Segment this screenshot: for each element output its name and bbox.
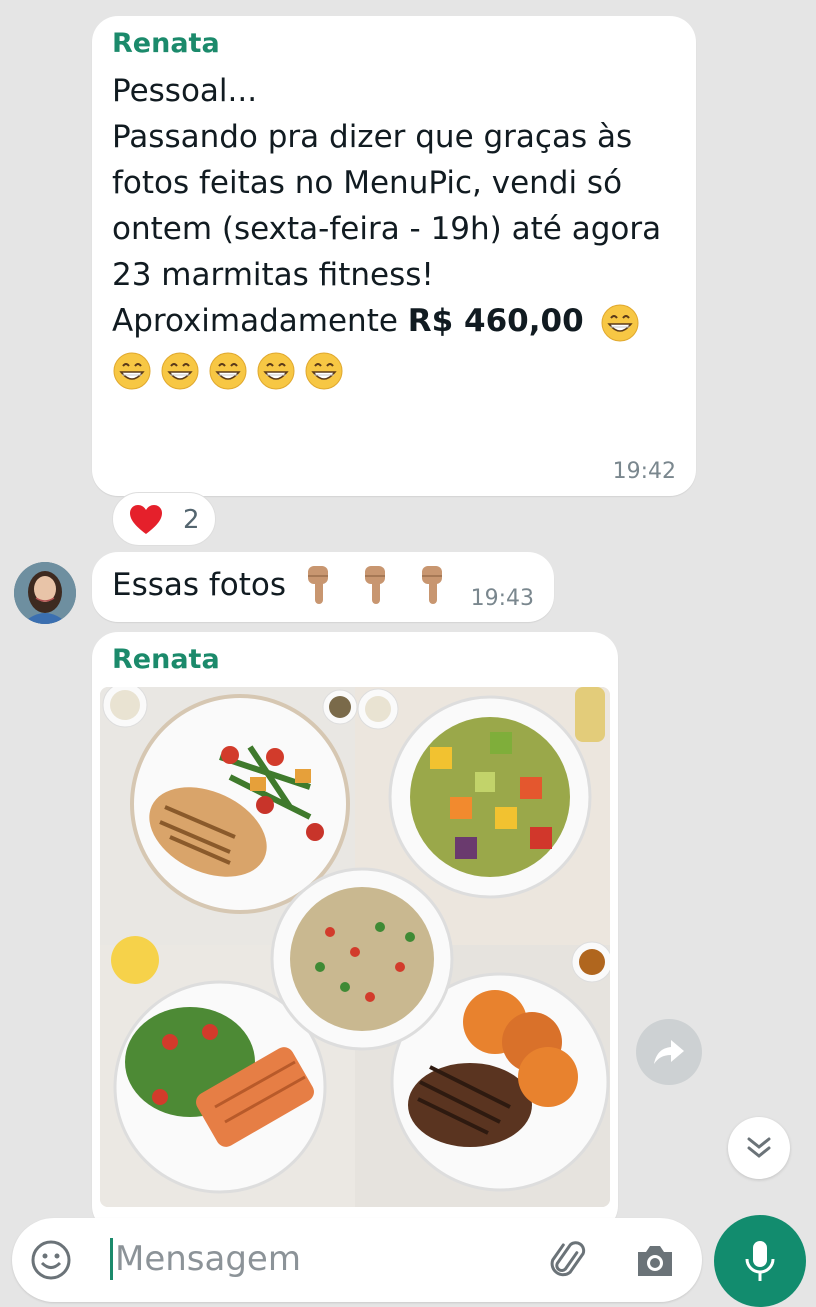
grin-emoji-icon [113, 352, 151, 389]
pointing-emoji-row [282, 564, 448, 606]
message-line: Pessoal... [112, 73, 258, 109]
reaction-count: 2 [183, 505, 200, 535]
quinoa-salad-bowl [270, 867, 454, 1051]
pointing-down-emoji-icon [308, 566, 328, 604]
message-amount: R$ 460,00 [407, 303, 584, 339]
forward-icon [654, 1040, 684, 1064]
reaction-chip[interactable]: 2 [112, 492, 216, 546]
message-line: 23 marmitas fitness! [112, 257, 434, 293]
message-input[interactable]: Mensagem [110, 1238, 301, 1280]
grin-emoji-icon [161, 352, 199, 389]
mic-icon [745, 1241, 775, 1281]
pointing-down-emoji-icon [365, 566, 386, 604]
attach-icon [550, 1241, 586, 1277]
message-text: Pessoal... Passando pra dizer que graças… [112, 68, 687, 392]
message-line-last: Aproximadamente R$ 460,00 [112, 298, 687, 344]
pointing-down-emoji-icon [422, 566, 443, 604]
avatar[interactable] [14, 562, 76, 624]
message-composer: Mensagem [12, 1218, 702, 1302]
sender-name[interactable]: Renata [112, 28, 220, 59]
attach-button[interactable] [548, 1238, 592, 1282]
message-line: fotos feitas no MenuPic, vendi só [112, 165, 623, 201]
message-text: Essas fotos [112, 567, 287, 603]
message-time: 19:43 [470, 586, 534, 611]
emoji-row [112, 346, 687, 392]
roasted-vegetables-bowl [388, 695, 592, 899]
message-time: 19:42 [612, 459, 676, 484]
meal-photo[interactable] [100, 687, 610, 1207]
heart-icon [130, 505, 162, 534]
grin-emoji-icon [601, 304, 639, 341]
grin-emoji-icon [209, 352, 247, 389]
message-text-prefix: Aproximadamente [112, 303, 408, 339]
emoji-button[interactable] [30, 1239, 72, 1281]
emoji-icon [31, 1240, 71, 1280]
scroll-down-button[interactable] [728, 1117, 790, 1179]
message-line: ontem (sexta-feira - 19h) até agora [112, 211, 662, 247]
message-bubble-2[interactable]: Essas fotos 19:43 [92, 552, 554, 622]
grin-emoji-icon [257, 352, 295, 389]
camera-icon [638, 1246, 672, 1276]
meal-photo-illustration [100, 687, 610, 1207]
sender-name[interactable]: Renata [112, 644, 220, 675]
scroll-down-icon [747, 1137, 771, 1158]
grilled-chicken-plate [130, 694, 350, 914]
forward-button[interactable] [636, 1019, 702, 1085]
avatar-photo [14, 562, 76, 624]
grin-emoji-icon [305, 352, 343, 389]
voice-message-button[interactable] [714, 1215, 806, 1307]
message-line: Passando pra dizer que graças às [112, 119, 633, 155]
camera-button[interactable] [634, 1240, 676, 1280]
message-bubble-1[interactable]: Renata Pessoal... Passando pra dizer que… [92, 16, 696, 496]
